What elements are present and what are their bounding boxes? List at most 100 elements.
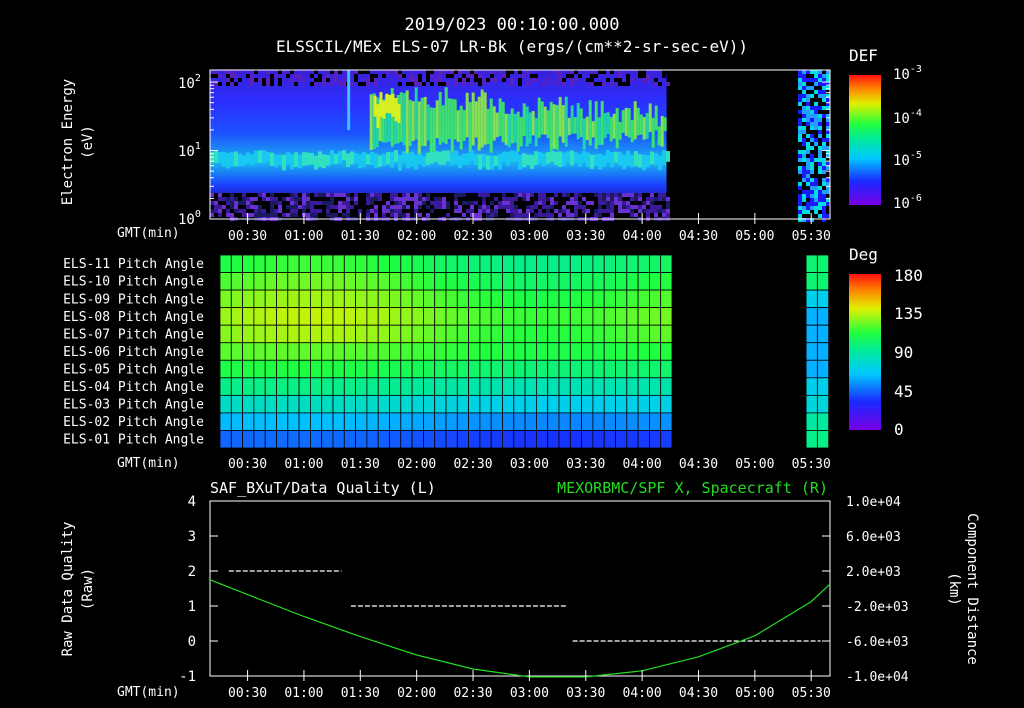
spectrogram-cell: [458, 155, 462, 169]
spectrogram-cell: [826, 110, 831, 114]
spectrogram-cell: [538, 197, 542, 201]
pitch-angle-cell: [805, 289, 818, 309]
spectrogram-cell: [806, 174, 811, 178]
spectrogram-cell: [806, 206, 811, 210]
pitch-angle-cell: [626, 289, 639, 309]
spectrogram-cell: [278, 193, 282, 197]
spectrogram-cell: [226, 153, 230, 169]
spectrogram-cell: [542, 153, 546, 167]
pitch-angle-cell: [434, 412, 447, 431]
spectrogram-cell: [586, 197, 590, 201]
spectrogram-cell: [362, 209, 366, 213]
pitch-angle-cell: [468, 377, 481, 396]
spectrogram-cell: [394, 97, 398, 122]
spectrogram-cell: [646, 74, 650, 78]
spectrogram-cell: [624, 107, 628, 136]
spectrogram-cell: [302, 197, 306, 201]
spectrogram-cell: [826, 134, 831, 138]
spectrogram-cell: [645, 112, 649, 139]
pitch-angle-cell: [332, 377, 345, 396]
spectrogram-cell: [822, 114, 827, 118]
spectrogram-cell: [402, 193, 406, 197]
spectrogram-cell: [600, 100, 604, 145]
spectrogram-cell: [802, 90, 807, 94]
distance-tick-label: 2.0e+03: [846, 565, 901, 580]
spectrogram-cell: [214, 82, 218, 86]
spectrogram-cell: [633, 101, 637, 140]
spectrogram-cell: [574, 201, 578, 205]
spectrogram-cell: [418, 78, 422, 82]
pitch-angle-cell: [434, 430, 447, 449]
spectrogram-cell: [810, 86, 815, 90]
spectrogram-cell: [482, 193, 486, 197]
spectrogram-cell: [818, 78, 823, 82]
spectrogram-cell: [230, 74, 234, 78]
pitch-angle-cell: [434, 307, 447, 326]
pitch-angle-row-label: ELS-03 Pitch Angle: [63, 398, 204, 413]
spectrogram-cell: [602, 82, 606, 86]
spectrogram-cell: [554, 205, 558, 209]
spectrogram-cell: [654, 209, 658, 213]
pitch-angle-cell: [660, 342, 673, 361]
spectrogram-cell: [810, 110, 815, 114]
spectrogram-cell: [818, 178, 823, 182]
spectrogram-cell: [650, 213, 654, 217]
spectrogram-cell: [806, 106, 811, 110]
spectrogram-cell: [798, 98, 803, 102]
spectrogram-cell: [382, 100, 386, 119]
spectrogram-cell: [274, 201, 278, 205]
x-tick-label: 02:30: [453, 457, 492, 472]
pitch-angle-cell: [592, 359, 605, 379]
pitch-angle-cell: [422, 394, 436, 414]
pitch-angle-cell: [502, 289, 515, 309]
spectrogram-cell: [506, 193, 510, 197]
spectrogram-cell: [374, 205, 378, 209]
spectrogram-cell: [210, 201, 214, 205]
spectrogram-cell: [650, 209, 654, 213]
spectrogram-cell: [458, 209, 462, 213]
pitch-angle-cell: [615, 254, 628, 273]
spectrogram-cell: [654, 193, 658, 197]
spectrogram-cell: [466, 193, 470, 197]
spectrogram-cell: [822, 118, 827, 122]
pitch-angle-cell: [230, 272, 244, 291]
spectrogram-cell: [310, 197, 314, 201]
spectrogram-cell: [514, 209, 518, 213]
pitch-angle-cell: [456, 289, 469, 309]
spectrogram-cell: [538, 205, 542, 209]
spectrogram-cell: [810, 114, 815, 118]
x-tick-label: 02:30: [453, 229, 492, 244]
spectrogram-cell: [634, 193, 638, 197]
spectrogram-cell: [342, 197, 346, 201]
pitch-angle-cell: [264, 377, 277, 396]
pitch-angle-cell: [343, 377, 356, 396]
spectrogram-cell: [250, 82, 254, 86]
spectrogram-cell: [210, 209, 214, 213]
spectrogram-cell: [818, 182, 823, 186]
pitch-angle-cell: [547, 289, 560, 309]
spectrogram-cell: [326, 74, 330, 78]
spectrogram-cell: [654, 152, 658, 166]
spectrogram-cell: [386, 213, 390, 217]
pitch-angle-cell: [536, 430, 549, 449]
pitch-angle-cell: [637, 307, 650, 326]
spectrogram-cell: [490, 213, 494, 217]
pitch-angle-cell: [479, 289, 492, 309]
spectrogram-cell: [630, 78, 634, 82]
pitch-angle-cell: [513, 272, 526, 291]
spectrogram-cell: [318, 151, 322, 168]
spectrogram-cell: [798, 130, 803, 134]
spectrogram-cell: [814, 126, 819, 130]
spectrogram-cell: [246, 201, 250, 205]
spectrogram-cell: [214, 201, 218, 205]
spectrogram-cell: [522, 205, 526, 209]
pitch-angle-cell: [479, 342, 492, 361]
spectrogram-cell: [578, 197, 582, 201]
spectrogram-cell: [594, 193, 598, 197]
spectrogram-cell: [462, 201, 466, 205]
spectrogram-cell: [506, 74, 510, 78]
pitch-angle-cell: [456, 359, 469, 379]
spectrogram-cell: [302, 152, 306, 166]
pitch-angle-row-label: ELS-08 Pitch Angle: [63, 310, 204, 325]
energy-spectrogram-panel: 102 101 100 Electron Energy (eV) GMT(min…: [60, 46, 922, 244]
